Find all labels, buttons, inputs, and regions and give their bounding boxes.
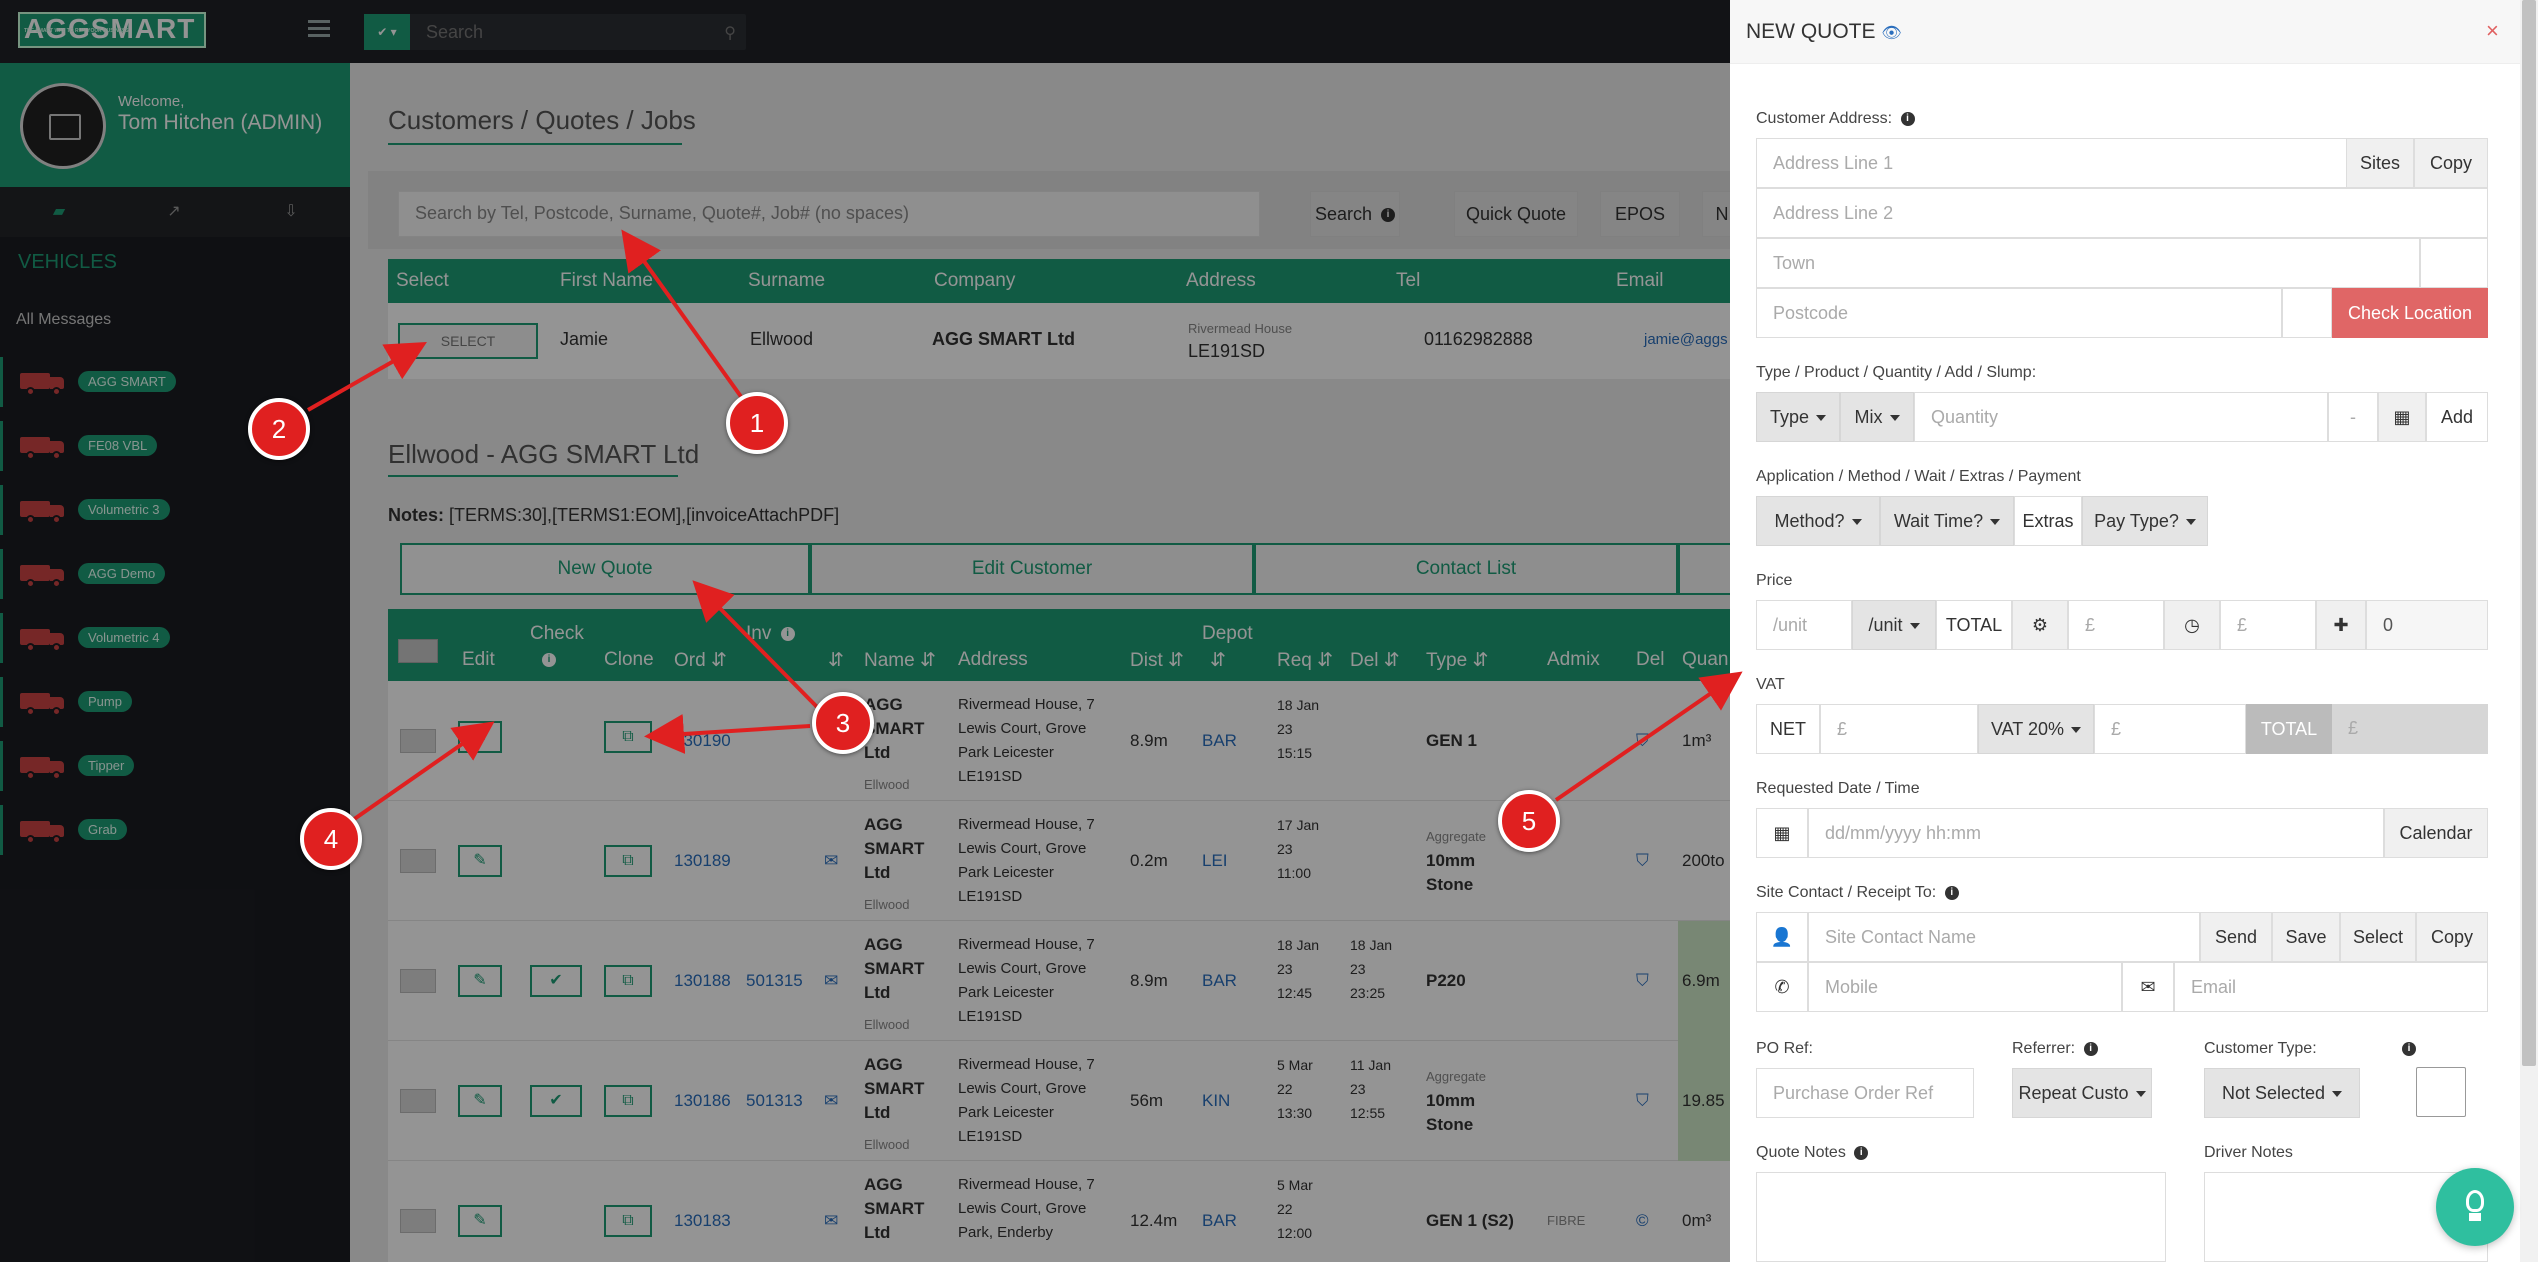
arrow-4 [348,721,495,824]
arrow-3b [644,714,811,754]
annotation-arrows [307,229,1743,824]
annotation-marker: 5 [1498,790,1560,852]
arrow-5 [1554,671,1743,802]
arrow-1 [621,229,744,400]
annotation-marker: 1 [726,392,788,454]
annotation-marker: 3 [812,692,874,754]
annotation-marker: 2 [248,398,310,460]
annotation-marker: 4 [300,808,362,870]
arrow-2 [307,342,427,412]
arrow-3a [692,580,822,712]
